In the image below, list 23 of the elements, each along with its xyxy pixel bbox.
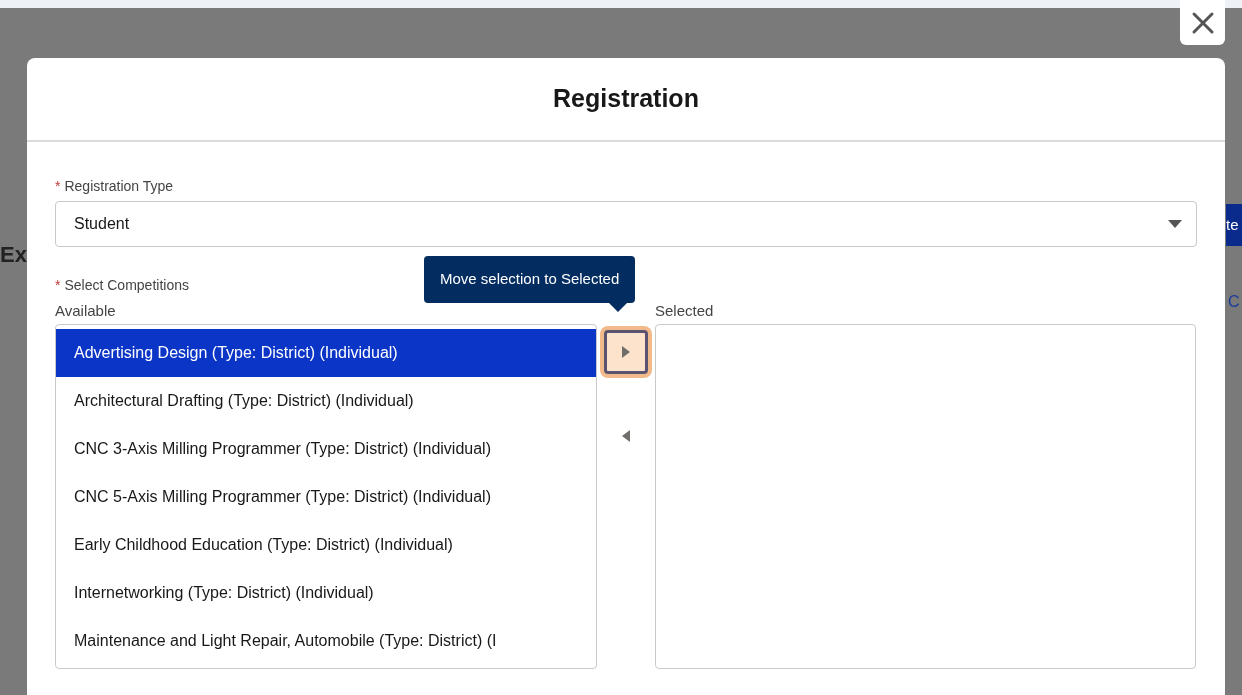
label-text: Registration Type xyxy=(64,178,174,194)
dropdown-caret-icon xyxy=(1168,220,1182,228)
listbox-option[interactable]: CNC 3-Axis Milling Programmer (Type: District) (Individual) xyxy=(56,425,596,473)
listbox-option[interactable]: Advertising Design (Type: District) (Individual) xyxy=(56,329,596,377)
listbox-option[interactable]: Internetworking (Type: District) (Individual) xyxy=(56,569,596,617)
play-triangle-icon xyxy=(622,346,630,358)
registration-type-select[interactable]: Student xyxy=(55,201,1197,247)
page-heading: Ex xyxy=(0,241,28,269)
required-mark: * xyxy=(55,277,61,293)
tooltip-arrow xyxy=(609,302,627,312)
listbox-option[interactable]: Maintenance and Light Repair, Automobile (Type: District) (I xyxy=(56,617,596,665)
dialog-title: Registration xyxy=(553,83,699,115)
close-button[interactable] xyxy=(1180,0,1225,45)
available-label: Available xyxy=(55,301,117,321)
listbox-option[interactable]: Architectural Drafting (Type: District) (Individual) xyxy=(56,377,596,425)
left-triangle-icon xyxy=(622,430,630,442)
label-text: Select Competitions xyxy=(64,277,189,293)
listbox-option[interactable]: CNC 5-Axis Milling Programmer (Type: District) (Individual) xyxy=(56,473,596,521)
close-icon xyxy=(1190,10,1215,35)
listbox-option[interactable]: Early Childhood Education (Type: District) (Individual) xyxy=(56,521,596,569)
page-button[interactable]: te xyxy=(1226,204,1242,246)
selected-label: Selected xyxy=(655,301,715,321)
required-mark: * xyxy=(55,178,61,194)
